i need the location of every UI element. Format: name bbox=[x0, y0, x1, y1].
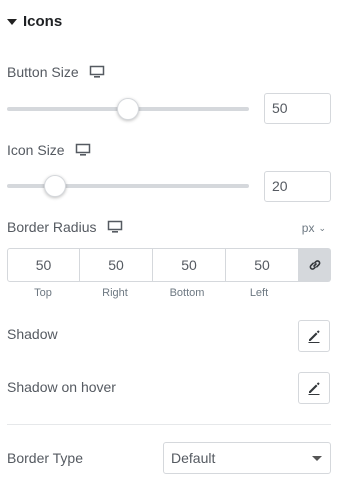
link-icon bbox=[309, 260, 321, 270]
border-type-select[interactable]: Default bbox=[163, 442, 331, 474]
shadow-label: Shadow bbox=[7, 326, 58, 342]
button-size-slider-handle[interactable] bbox=[117, 98, 139, 120]
icon-size-slider-track[interactable] bbox=[7, 184, 249, 188]
top-label: Top bbox=[34, 287, 52, 299]
link-values-button[interactable] bbox=[299, 248, 331, 282]
unit-label: px bbox=[301, 221, 315, 235]
button-size-input[interactable]: 50 bbox=[264, 93, 331, 124]
section-title: Icons bbox=[23, 13, 63, 30]
desktop-monitor-icon[interactable] bbox=[89, 65, 105, 79]
border-radius-label: Border Radius bbox=[7, 219, 97, 235]
shadow-hover-label: Shadow on hover bbox=[7, 379, 116, 395]
unit-selector[interactable]: px ⌄ bbox=[302, 221, 326, 235]
icon-size-slider-handle[interactable] bbox=[44, 175, 67, 197]
section-divider bbox=[7, 424, 331, 425]
border-type-label: Border Type bbox=[7, 450, 84, 466]
section-header-icons[interactable]: Icons bbox=[7, 13, 62, 30]
pencil-edit-icon bbox=[308, 330, 320, 343]
button-size-label-row: Button Size bbox=[7, 64, 105, 80]
border-radius-bottom-input[interactable]: 50 bbox=[153, 248, 226, 282]
icon-size-input[interactable]: 20 bbox=[264, 171, 331, 202]
icon-size-label-row: Icon Size bbox=[7, 142, 91, 158]
desktop-monitor-icon[interactable] bbox=[107, 220, 123, 234]
desktop-monitor-icon[interactable] bbox=[75, 143, 91, 157]
right-label: Right bbox=[102, 287, 128, 299]
shadow-hover-edit-button[interactable] bbox=[298, 372, 330, 404]
dropdown-arrow-icon bbox=[312, 456, 322, 461]
icon-size-label: Icon Size bbox=[7, 142, 65, 158]
bottom-label: Bottom bbox=[169, 287, 205, 299]
border-radius-side-labels: Top Right Bottom Left bbox=[7, 287, 297, 299]
chevron-down-icon: ⌄ bbox=[318, 222, 326, 233]
border-radius-top-input[interactable]: 50 bbox=[7, 248, 80, 282]
border-radius-dimensions: 50 50 50 50 bbox=[7, 248, 331, 282]
caret-down-icon bbox=[7, 19, 17, 25]
button-size-label: Button Size bbox=[7, 64, 79, 80]
border-radius-right-input[interactable]: 50 bbox=[80, 248, 153, 282]
border-radius-label-row: Border Radius bbox=[7, 219, 123, 235]
pencil-edit-icon bbox=[308, 382, 320, 395]
shadow-edit-button[interactable] bbox=[298, 320, 330, 352]
border-type-selected-value: Default bbox=[171, 450, 216, 466]
left-label: Left bbox=[249, 287, 269, 299]
border-radius-left-input[interactable]: 50 bbox=[226, 248, 299, 282]
